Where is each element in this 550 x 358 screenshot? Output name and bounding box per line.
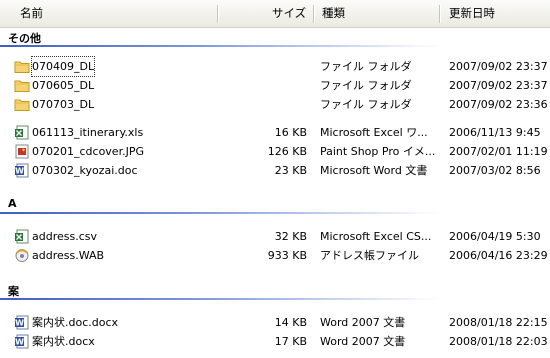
item-type: Word 2007 文書 — [320, 316, 406, 329]
item-type: Microsoft Word 文書 — [320, 164, 428, 177]
list-item[interactable]: W 070302_kyozai.doc 23 KB Microsoft Word… — [0, 161, 550, 180]
item-type: アドレス帳ファイル — [320, 249, 419, 262]
svg-text:W: W — [15, 319, 24, 328]
folder-icon — [14, 80, 30, 92]
list-item[interactable]: 070605_DL ファイル フォルダ 2007/09/02 23:37 — [0, 76, 550, 95]
item-date: 2006/11/13 9:45 — [449, 126, 541, 139]
excel-icon — [15, 229, 29, 244]
group-header-an[interactable]: 案 — [0, 280, 550, 302]
group-header-other[interactable]: その他 — [0, 27, 550, 49]
group-label: 案 — [8, 285, 19, 298]
group-header-a[interactable]: A — [0, 194, 550, 216]
column-divider[interactable] — [217, 5, 218, 23]
item-name: address.csv — [32, 230, 98, 243]
address-book-icon — [15, 249, 29, 262]
list-item[interactable]: 070703_DL ファイル フォルダ 2007/09/02 23:36 — [0, 95, 550, 114]
column-date-header[interactable]: 更新日時 — [449, 0, 495, 27]
item-name: 061113_itinerary.xls — [32, 126, 144, 139]
item-size: 23 KB — [274, 164, 307, 177]
item-name: 案内状.docx — [32, 335, 95, 348]
svg-text:W: W — [15, 338, 24, 347]
column-size-header[interactable]: サイズ — [272, 0, 306, 27]
item-size: 17 KB — [274, 335, 307, 348]
item-date: 2007/09/02 23:37 — [449, 60, 548, 73]
group-divider — [0, 212, 440, 214]
column-type-header[interactable]: 種類 — [322, 0, 345, 27]
column-name-header[interactable]: 名前 — [20, 0, 43, 27]
list-item[interactable]: 070201_cdcover.JPG 126 KB Paint Shop Pro… — [0, 142, 550, 161]
item-date: 2006/04/16 23:29 — [449, 249, 548, 262]
list-item[interactable]: W 案内状.docx 17 KB Word 2007 文書 2008/01/18… — [0, 332, 550, 351]
folder-icon — [14, 61, 30, 73]
image-icon — [15, 144, 29, 159]
item-date: 2007/03/02 8:56 — [449, 164, 541, 177]
list-item[interactable]: 061113_itinerary.xls 16 KB Microsoft Exc… — [0, 123, 550, 142]
item-size: 933 KB — [267, 249, 307, 262]
item-type: ファイル フォルダ — [320, 98, 412, 111]
group-divider — [0, 298, 440, 300]
word-icon: W — [15, 334, 29, 349]
item-size: 14 KB — [274, 316, 307, 329]
item-name: 案内状.doc.docx — [32, 316, 119, 329]
item-date: 2007/09/02 23:36 — [449, 98, 548, 111]
item-size: 126 KB — [267, 145, 307, 158]
item-name: address.WAB — [32, 249, 105, 262]
item-size: 32 KB — [274, 230, 307, 243]
group-divider — [0, 45, 440, 47]
item-name: 070703_DL — [32, 98, 95, 111]
item-date: 2007/09/02 23:37 — [449, 79, 548, 92]
item-name: 070605_DL — [32, 79, 95, 92]
group-label: その他 — [8, 32, 41, 45]
list-item[interactable]: W 案内状.doc.docx 14 KB Word 2007 文書 2008/0… — [0, 313, 550, 332]
excel-icon — [15, 125, 29, 140]
item-type: ファイル フォルダ — [320, 60, 412, 73]
item-date: 2006/04/19 5:30 — [449, 230, 541, 243]
list-item[interactable]: 070409_DL ファイル フォルダ 2007/09/02 23:37 — [0, 56, 550, 77]
item-type: Microsoft Excel ワ... — [320, 126, 428, 139]
svg-text:W: W — [15, 167, 24, 176]
list-item[interactable]: address.WAB 933 KB アドレス帳ファイル 2006/04/16 … — [0, 246, 550, 265]
word-icon: W — [15, 315, 29, 330]
folder-icon — [14, 99, 30, 111]
item-date: 2008/01/18 22:15 — [449, 316, 548, 329]
item-type: ファイル フォルダ — [320, 79, 412, 92]
item-type: Paint Shop Pro イメ... — [320, 145, 435, 158]
item-name: 070201_cdcover.JPG — [32, 145, 144, 158]
item-type: Microsoft Excel CS... — [320, 230, 432, 243]
item-name: 070409_DL — [30, 56, 96, 77]
column-divider[interactable] — [313, 5, 314, 23]
column-divider[interactable] — [439, 5, 440, 23]
word-icon: W — [15, 163, 29, 178]
group-label: A — [8, 197, 17, 210]
item-type: Word 2007 文書 — [320, 335, 406, 348]
column-header: 名前 サイズ 種類 更新日時 — [0, 0, 550, 28]
list-item[interactable]: address.csv 32 KB Microsoft Excel CS... … — [0, 227, 550, 246]
item-size: 16 KB — [274, 126, 307, 139]
item-date: 2008/01/18 22:03 — [449, 335, 548, 348]
item-name: 070302_kyozai.doc — [32, 164, 138, 177]
item-date: 2007/02/01 11:19 — [449, 145, 548, 158]
